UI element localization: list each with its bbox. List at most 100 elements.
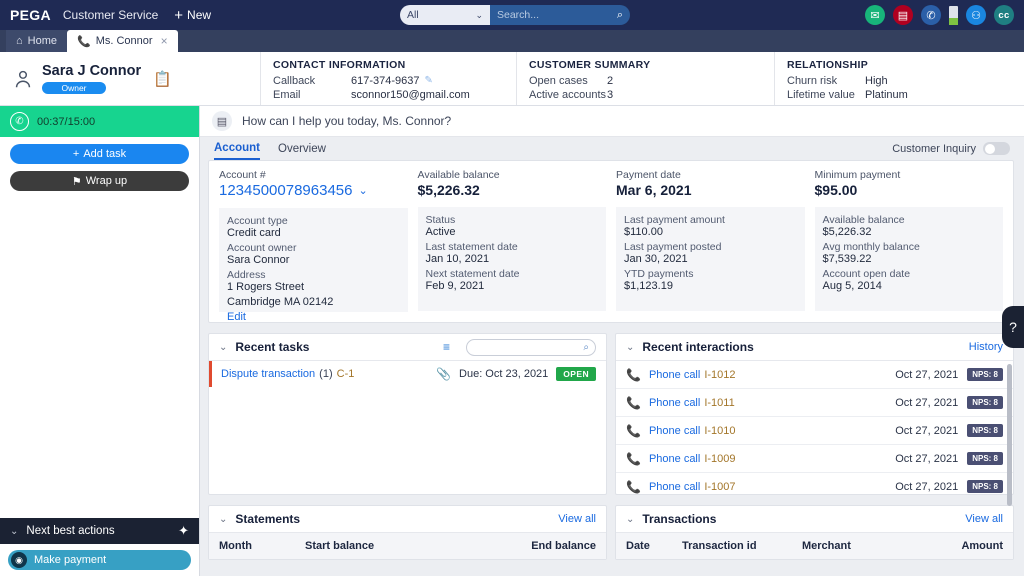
top-navigation-bar: PEGA Customer Service + New All ⌄ Search…: [0, 0, 1024, 30]
history-link[interactable]: History: [969, 341, 1003, 353]
account-number-value[interactable]: 1234500078963456 ⌄: [219, 182, 408, 199]
statements-header: ⌄ Statements View all: [209, 506, 606, 533]
detail-label: Last statement date: [425, 241, 518, 253]
customer-inquiry-control: Customer Inquiry: [892, 142, 1010, 155]
lifetime-value-value: Platinum: [865, 89, 908, 101]
interaction-date: Oct 27, 2021: [895, 396, 959, 409]
detail-value: $110.00: [624, 226, 663, 238]
callback-value: 617-374-9637: [351, 75, 420, 87]
statements-transactions-row: ⌄ Statements View all Month Start balanc…: [208, 505, 1014, 560]
detail-label: Available balance: [822, 214, 905, 226]
help-button[interactable]: ?: [1002, 306, 1024, 348]
call-timer: ✆ 00:37/15:00: [0, 106, 199, 137]
interaction-id: I-1007: [704, 480, 736, 493]
detail-label: Account type: [227, 215, 288, 227]
avatar[interactable]: cc: [994, 5, 1014, 25]
phone-icon[interactable]: ✆: [921, 5, 941, 25]
call-timer-value: 00:37/15:00: [37, 115, 96, 128]
chevron-down-icon[interactable]: ⌄: [626, 342, 634, 353]
interaction-id: I-1009: [704, 452, 736, 465]
customer-identity: Sara J Connor Owner 📋: [0, 52, 260, 105]
list-item[interactable]: 📞 Phone call I-1010 Oct 27, 2021 NPS: 8: [616, 417, 1013, 445]
interaction-date: Oct 27, 2021: [895, 368, 959, 381]
brand-logo: PEGA: [10, 7, 51, 23]
list-item[interactable]: 📞 Phone call I-1009 Oct 27, 2021 NPS: 8: [616, 445, 1013, 473]
search-input[interactable]: Search... ⌕: [490, 5, 630, 25]
add-task-label: Add task: [83, 148, 127, 160]
churn-risk-value: High: [865, 75, 888, 87]
transactions-view-all-link[interactable]: View all: [965, 513, 1003, 525]
customer-inquiry-toggle[interactable]: [983, 142, 1010, 155]
detail-label: Account owner: [227, 242, 297, 254]
phone-icon: ✆: [10, 112, 29, 131]
bot-icon[interactable]: ⚇: [966, 5, 986, 25]
tab-account[interactable]: Account: [214, 137, 260, 160]
wrap-up-button[interactable]: ⚑ Wrap up: [10, 171, 189, 191]
relationship-title: RELATIONSHIP: [787, 59, 868, 71]
detail-value: Active: [425, 226, 456, 238]
task-count: (1): [319, 368, 333, 380]
scrollbar[interactable]: [1007, 364, 1012, 506]
interaction-type[interactable]: Phone call: [649, 425, 700, 437]
filter-icon[interactable]: ≡: [443, 340, 450, 354]
account-details-box: Account type Credit card Account owner S…: [219, 208, 408, 323]
chevron-down-icon: ⌄: [358, 185, 368, 197]
detail-value: Credit card: [227, 227, 281, 239]
customer-summary-title: CUSTOMER SUMMARY: [529, 59, 651, 71]
customer-name: Sara J Connor: [42, 63, 142, 79]
rail-actions: + Add task ⚑ Wrap up: [0, 137, 199, 198]
list-item[interactable]: 📞 Phone call I-1011 Oct 27, 2021 NPS: 8: [616, 389, 1013, 417]
account-summary-card: Account # 1234500078963456 ⌄ Account typ…: [208, 160, 1014, 323]
interaction-type[interactable]: Phone call: [649, 369, 700, 381]
phone-missed-icon: 📞: [626, 423, 641, 438]
interaction-type[interactable]: Phone call: [649, 397, 700, 409]
edit-address-link[interactable]: Edit: [227, 311, 400, 323]
summary-row-open-cases: Open cases 2: [529, 74, 774, 88]
tab-ms-connor[interactable]: 📞 Ms. Connor ×: [67, 30, 178, 52]
interaction-type[interactable]: Phone call: [649, 481, 700, 493]
statements-view-all-link[interactable]: View all: [558, 513, 596, 525]
tab-strip: ⌂ Home 📞 Ms. Connor ×: [0, 30, 1024, 52]
statements-title: Statements: [235, 512, 301, 526]
minimum-payment-label: Minimum payment: [814, 169, 901, 181]
tab-home[interactable]: ⌂ Home: [6, 30, 67, 52]
nba-item-make-payment[interactable]: ◉ Make payment: [8, 550, 191, 570]
customer-header: Sara J Connor Owner 📋 CONTACT INFORMATIO…: [0, 52, 1024, 106]
summary-row-active-accounts: Active accounts 3: [529, 88, 774, 102]
next-best-actions-header[interactable]: ⌄ Next best actions ✦: [0, 518, 199, 544]
interaction-type[interactable]: Phone call: [649, 453, 700, 465]
add-task-button[interactable]: + Add task: [10, 144, 189, 164]
assistant-prompt-bar: ▤ How can I help you today, Ms. Connor?: [200, 106, 1024, 137]
wrap-up-label: Wrap up: [85, 175, 128, 187]
recent-tasks-search-input[interactable]: ⌕: [466, 338, 596, 356]
account-column-payment-date: Payment date Mar 6, 2021 Last payment am…: [616, 169, 815, 312]
minimum-payment-value: $95.00: [814, 182, 858, 198]
column-header-month: Month: [219, 540, 252, 552]
chevron-down-icon[interactable]: ⌄: [219, 342, 227, 353]
search-scope-dropdown[interactable]: All ⌄: [400, 5, 490, 25]
tab-overview[interactable]: Overview: [278, 137, 326, 160]
table-row[interactable]: Dispute transaction (1) C-1 📎 Due: Oct 2…: [209, 361, 606, 387]
transactions-header: ⌄ Transactions View all: [616, 506, 1013, 533]
list-item[interactable]: 📞 Phone call I-1007 Oct 27, 2021 NPS: 8: [616, 473, 1013, 501]
pencil-icon[interactable]: ✎: [425, 74, 433, 88]
chevron-down-icon[interactable]: ⌄: [219, 514, 227, 525]
recent-interactions-header: ⌄ Recent interactions History: [616, 334, 1013, 361]
nps-badge: NPS: 8: [967, 396, 1003, 409]
envelope-icon[interactable]: ✉: [865, 5, 885, 25]
account-number-label: Account #: [219, 169, 266, 181]
clipboard-icon[interactable]: 📋: [153, 70, 172, 88]
customer-inquiry-label: Customer Inquiry: [892, 142, 976, 155]
search-icon[interactable]: ⌕: [617, 9, 623, 22]
close-icon[interactable]: ×: [161, 34, 168, 48]
chevron-down-icon[interactable]: ⌄: [626, 514, 634, 525]
interaction-date: Oct 27, 2021: [895, 480, 959, 493]
open-cases-value: 2: [607, 75, 614, 87]
task-name-link[interactable]: Dispute transaction: [221, 368, 315, 380]
paperclip-icon[interactable]: 📎: [436, 367, 451, 381]
list-item[interactable]: 📞 Phone call I-1012 Oct 27, 2021 NPS: 8: [616, 361, 1013, 389]
new-button[interactable]: + New: [174, 8, 211, 23]
global-search[interactable]: All ⌄ Search... ⌕: [400, 5, 630, 25]
chat-icon[interactable]: ▤: [893, 5, 913, 25]
main-content: ▤ How can I help you today, Ms. Connor? …: [200, 106, 1024, 576]
